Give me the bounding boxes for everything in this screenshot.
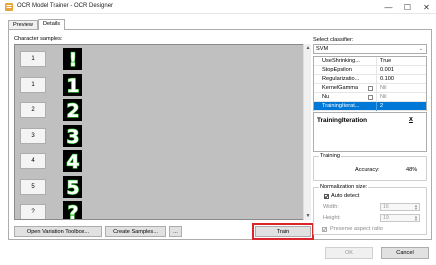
- list-item: 44: [15, 150, 305, 174]
- property-row[interactable]: UseShrinking... True: [314, 57, 426, 66]
- character-glyph: 3: [63, 124, 82, 147]
- window-title: OCR Model Trainer - OCR Designer: [17, 3, 114, 9]
- property-name: KernelGamma: [322, 85, 359, 91]
- normalization-group-title: Normalization size:: [319, 184, 369, 190]
- property-value[interactable]: 2: [380, 103, 383, 109]
- preserve-aspect-ratio-label: Preserve aspect ratio: [330, 226, 383, 232]
- height-value: 19: [383, 215, 389, 221]
- glyph-text: 2: [66, 100, 79, 120]
- property-checkbox[interactable]: [368, 95, 373, 100]
- property-value[interactable]: True: [380, 58, 391, 64]
- list-item: 22: [15, 99, 305, 123]
- sample-button[interactable]: 1: [20, 51, 46, 67]
- sample-button[interactable]: 1: [20, 76, 46, 93]
- train-button[interactable]: Train: [252, 223, 314, 240]
- samples-scrollbar[interactable]: ▲ ▼: [303, 44, 311, 220]
- property-name: Nu: [322, 94, 330, 100]
- character-samples-list[interactable]: 1! 1 1 2 2 3 3 4 4 5 5??: [14, 44, 311, 220]
- property-name: Regularizatio...: [322, 76, 360, 82]
- property-name: UseShrinking...: [322, 58, 360, 64]
- property-row[interactable]: KernelGamma Nil: [314, 84, 426, 93]
- height-label: Height:: [323, 215, 341, 221]
- property-divider: [376, 84, 377, 93]
- auto-detect-label: Auto detect: [331, 193, 360, 199]
- list-item: 55: [15, 175, 305, 200]
- accuracy-label: Accuracy:: [355, 167, 380, 173]
- sample-button[interactable]: 3: [20, 127, 46, 144]
- select-classifier-label: Select classifier:: [313, 37, 354, 43]
- scroll-up-icon[interactable]: ▲: [304, 44, 312, 52]
- property-row[interactable]: StopEpsilon 0.001: [314, 66, 426, 75]
- property-description-title: TrainingIteration: [317, 117, 368, 124]
- more-options-button[interactable]: ...: [169, 226, 182, 237]
- list-item: 11: [15, 73, 305, 98]
- character-glyph: 5: [63, 175, 82, 198]
- normalization-group: Normalization size: Auto detect Width: 1…: [313, 184, 427, 235]
- property-divider: [376, 102, 377, 111]
- list-item: 33: [15, 124, 305, 149]
- sample-button[interactable]: 5: [20, 178, 46, 195]
- glyph-text: !: [68, 49, 77, 69]
- create-samples-button[interactable]: Create Samples...: [105, 226, 166, 237]
- width-value: 16: [383, 204, 389, 210]
- cancel-button[interactable]: Cancel: [381, 247, 429, 259]
- character-samples-label: Character samples:: [14, 36, 63, 42]
- checkmark-icon: [322, 227, 327, 232]
- property-name: TrainingIterat...: [322, 103, 360, 109]
- sample-button[interactable]: 4: [20, 153, 46, 169]
- description-close-button[interactable]: x: [409, 116, 413, 123]
- app-icon: [5, 3, 13, 11]
- maximize-button[interactable]: ☐: [398, 0, 417, 14]
- minimize-button[interactable]: —: [379, 0, 398, 14]
- preserve-aspect-ratio-checkbox[interactable]: [322, 227, 327, 232]
- auto-detect-checkbox[interactable]: [324, 194, 329, 199]
- glyph-text: 1: [66, 75, 79, 95]
- glyph-text: 5: [66, 177, 79, 197]
- property-divider: [376, 57, 377, 66]
- character-glyph: ?: [63, 201, 82, 220]
- scroll-down-icon[interactable]: ▼: [304, 212, 312, 220]
- property-row[interactable]: Regularizatio... 0.100: [314, 75, 426, 84]
- property-value[interactable]: Nil: [380, 94, 387, 100]
- property-grid[interactable]: UseShrinking... True StopEpsilon 0.001 Regul…: [313, 56, 427, 111]
- property-value[interactable]: 0.001: [380, 67, 394, 73]
- glyph-text: ?: [67, 202, 78, 220]
- character-glyph: 2: [63, 99, 82, 121]
- property-description: TrainingIteration x: [313, 112, 427, 152]
- close-button[interactable]: ✕: [417, 0, 436, 14]
- classifier-select-value: SVM: [316, 46, 329, 52]
- sample-button[interactable]: ?: [20, 204, 46, 219]
- property-value[interactable]: 0.100: [380, 76, 394, 82]
- glyph-text: 3: [66, 126, 79, 146]
- tab-details[interactable]: Details: [38, 19, 65, 30]
- character-glyph: !: [63, 48, 82, 70]
- glyph-text: 4: [66, 151, 79, 171]
- training-group: Training Accuracy: 48%: [313, 153, 427, 181]
- height-field[interactable]: 19 ▲ ▼: [380, 214, 420, 222]
- property-row[interactable]: Nu Nil: [314, 93, 426, 102]
- height-spinner-icon[interactable]: ▲ ▼: [414, 215, 418, 222]
- width-field[interactable]: 16 ▲ ▼: [380, 203, 420, 211]
- property-checkbox[interactable]: [368, 86, 373, 91]
- training-group-title: Training: [319, 153, 342, 159]
- ok-button[interactable]: OK: [325, 247, 373, 259]
- sample-button[interactable]: 2: [20, 102, 46, 118]
- checkmark-icon: [324, 194, 329, 199]
- property-value[interactable]: Nil: [380, 85, 387, 91]
- classifier-select[interactable]: SVM ⌄: [313, 44, 427, 54]
- property-divider: [376, 66, 377, 75]
- accuracy-value: 48%: [406, 167, 418, 173]
- list-item: ??: [15, 201, 305, 220]
- width-spinner-icon[interactable]: ▲ ▼: [414, 204, 418, 211]
- property-name: StopEpsilon: [322, 67, 352, 73]
- character-glyph: 4: [63, 150, 82, 172]
- width-label: Width:: [323, 204, 339, 210]
- property-row[interactable]: TrainingIterat... 2: [314, 102, 426, 111]
- chevron-down-icon[interactable]: ⌄: [419, 45, 423, 53]
- open-variation-toolbox-button[interactable]: Open Variation Toolbox...: [14, 226, 102, 237]
- property-divider: [376, 75, 377, 84]
- property-divider: [376, 93, 377, 102]
- character-glyph: 1: [63, 73, 82, 96]
- list-item: 1!: [15, 48, 305, 72]
